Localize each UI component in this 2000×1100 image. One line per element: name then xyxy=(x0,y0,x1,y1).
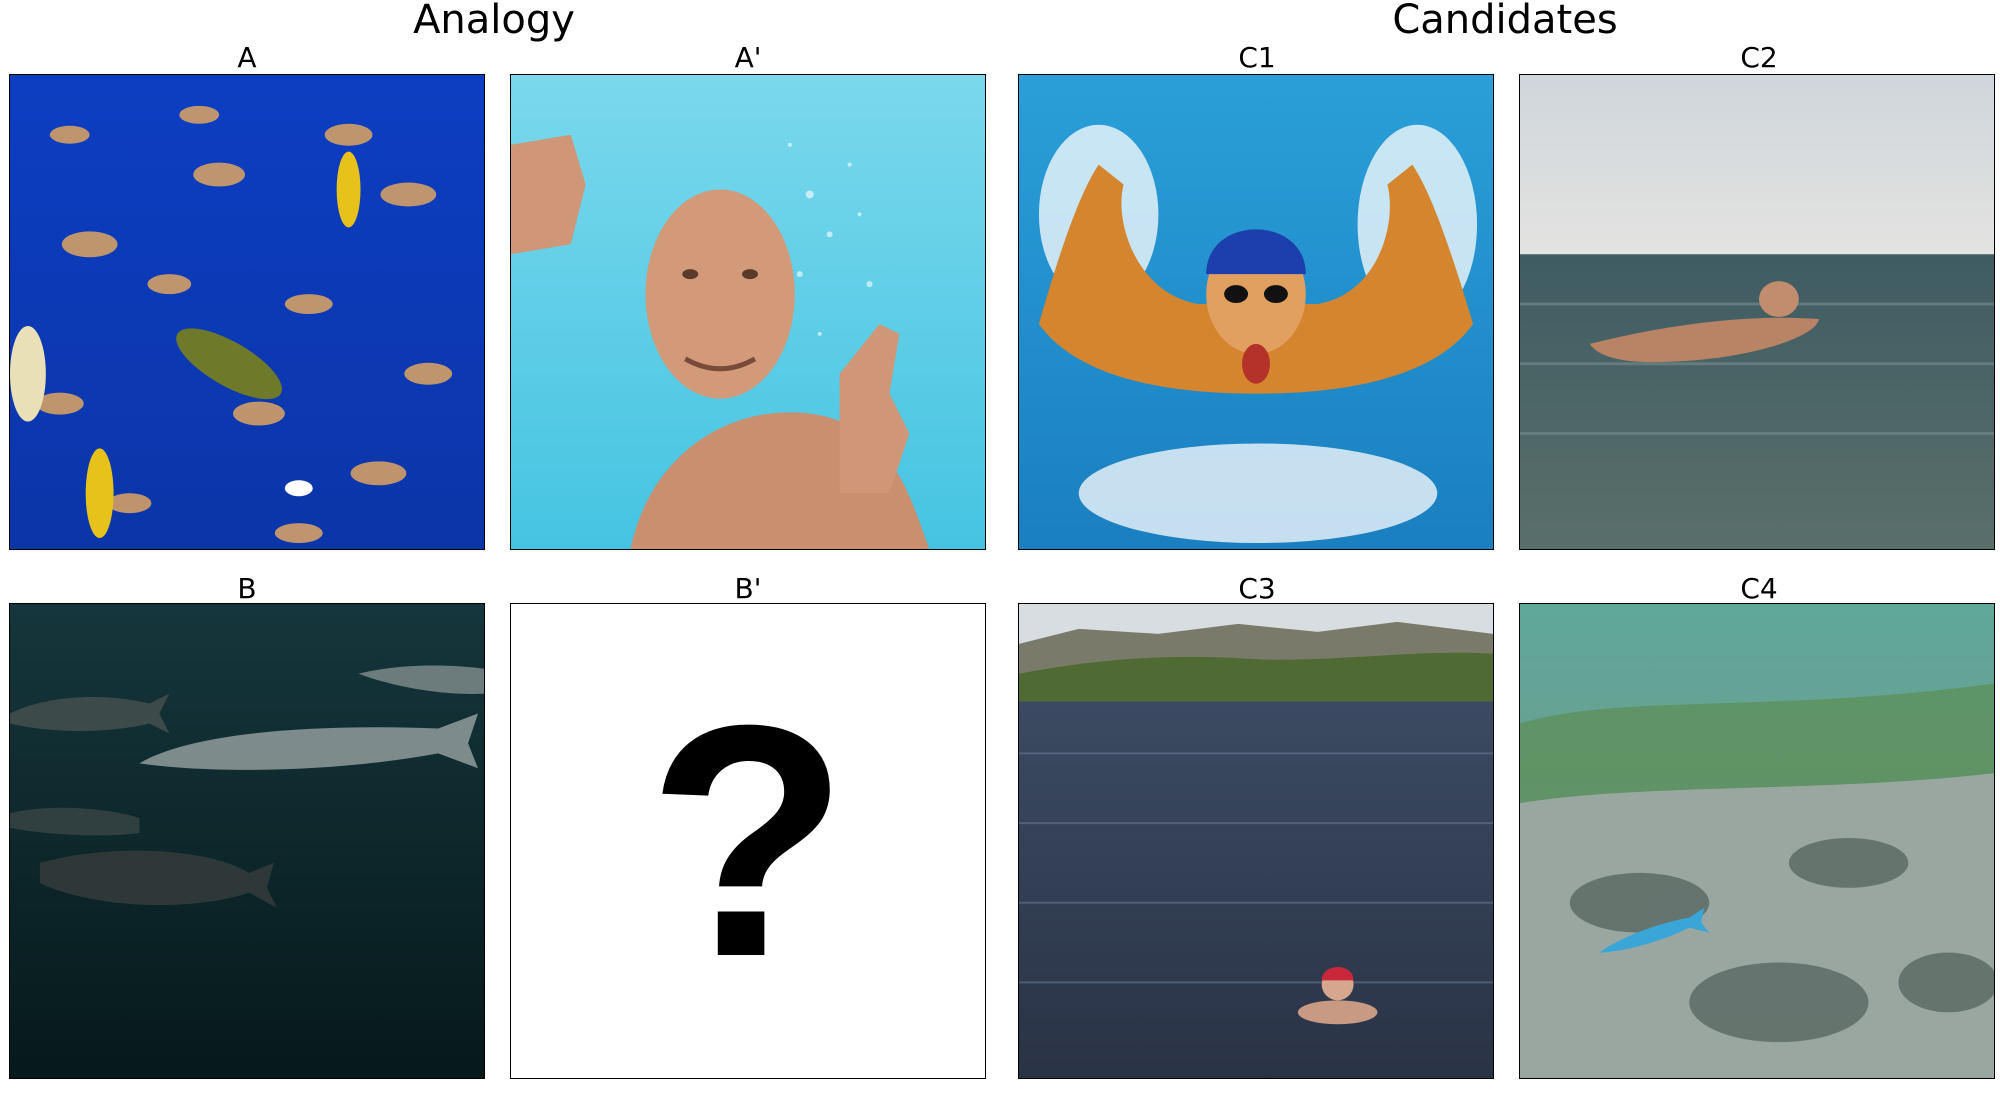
panel-label-c3: C3 xyxy=(1238,572,1276,605)
panel-a xyxy=(9,74,485,550)
panel-label-c1: C1 xyxy=(1238,41,1276,74)
panel-label-b: B xyxy=(237,572,257,605)
panel-a-prime xyxy=(510,74,986,550)
panel-b xyxy=(9,603,485,1079)
panel-label-c4: C4 xyxy=(1740,572,1778,605)
panel-c1 xyxy=(1018,74,1494,550)
panel-label-a: A xyxy=(237,41,257,74)
fish-school-image xyxy=(10,75,484,549)
question-mark-placeholder: ? xyxy=(647,656,849,1025)
panel-label-b-prime: B' xyxy=(734,572,762,605)
panel-c3 xyxy=(1018,603,1494,1079)
lake-swimmer-red-cap-image xyxy=(1019,604,1493,1078)
panel-c4 xyxy=(1519,603,1995,1079)
panel-label-c2: C2 xyxy=(1740,41,1778,74)
panel-label-a-prime: A' xyxy=(734,41,762,74)
reef-fish-image xyxy=(1520,604,1994,1078)
butterfly-swimmer-image xyxy=(1019,75,1493,549)
candidates-heading: Candidates xyxy=(1392,0,1618,43)
panel-c2 xyxy=(1519,74,1995,550)
panel-b-prime: ? xyxy=(510,603,986,1079)
underwater-man-thumbs-up-image xyxy=(511,75,985,549)
sharks-dark-water-image xyxy=(10,604,484,1078)
analogy-heading: Analogy xyxy=(413,0,575,43)
man-floating-sea-image xyxy=(1520,75,1994,549)
